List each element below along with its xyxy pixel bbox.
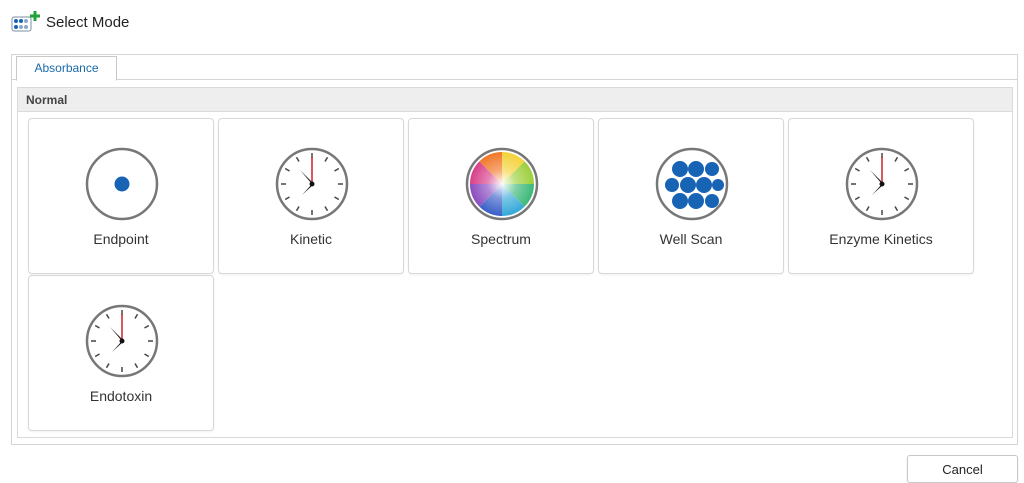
mode-label: Spectrum bbox=[471, 231, 531, 247]
mode-label: Kinetic bbox=[289, 231, 333, 247]
endpoint-icon bbox=[85, 147, 159, 221]
spectrum-icon bbox=[465, 147, 539, 221]
mode-frame: Absorbance Normal Endpoint Kinetic Spect… bbox=[11, 54, 1018, 445]
mode-tile-enzyme-kinetics[interactable]: Enzyme Kinetics bbox=[788, 118, 974, 274]
mode-label: Endpoint bbox=[93, 231, 149, 247]
clock-icon bbox=[845, 147, 919, 221]
tab-absorbance[interactable]: Absorbance bbox=[16, 56, 117, 81]
plate-plus-icon bbox=[11, 11, 40, 32]
mode-tile-kinetic[interactable]: Kinetic bbox=[218, 118, 404, 274]
mode-label: Enzyme Kinetics bbox=[829, 231, 933, 247]
title-bar: Select Mode bbox=[0, 0, 1024, 42]
mode-tile-well-scan[interactable]: Well Scan bbox=[598, 118, 784, 274]
clock-icon bbox=[275, 147, 349, 221]
well-scan-icon bbox=[655, 147, 729, 221]
mode-tile-endpoint[interactable]: Endpoint bbox=[28, 118, 214, 274]
mode-panel: Endpoint Kinetic Spectrum Well Scan Enzy… bbox=[17, 112, 1013, 438]
window-title: Select Mode bbox=[46, 14, 130, 31]
section-header: Normal bbox=[17, 87, 1013, 112]
tab-strip: Absorbance bbox=[12, 55, 1017, 81]
mode-label: Well Scan bbox=[659, 231, 723, 247]
mode-label: Endotoxin bbox=[89, 388, 153, 404]
mode-tile-endotoxin[interactable]: Endotoxin bbox=[28, 275, 214, 431]
cancel-button[interactable]: Cancel bbox=[907, 455, 1018, 483]
mode-tile-spectrum[interactable]: Spectrum bbox=[408, 118, 594, 274]
clock-icon bbox=[85, 304, 159, 378]
